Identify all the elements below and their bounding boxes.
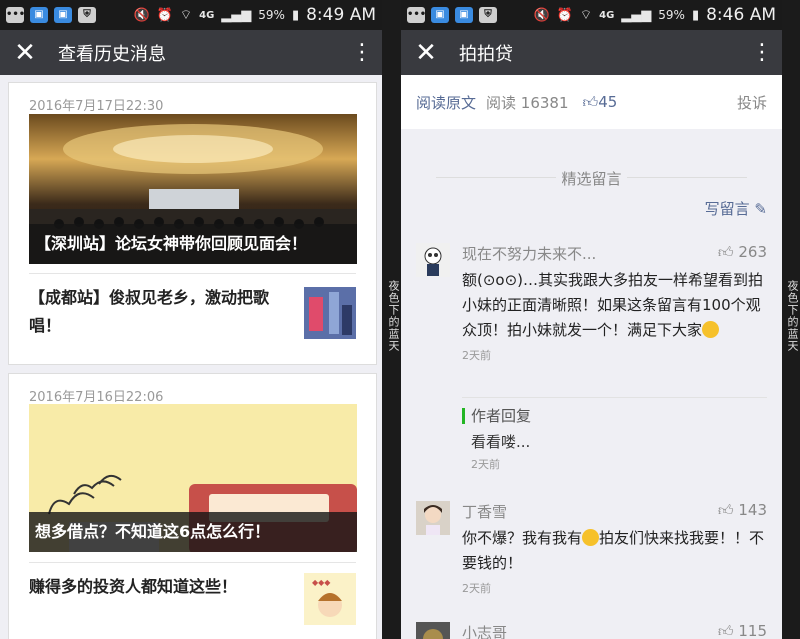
alarm-icon: ⏰ — [556, 7, 573, 23]
avatar[interactable] — [416, 501, 450, 535]
thumbs-up-icon: 👍︎ — [717, 243, 739, 261]
message-date: 2016年7月16日22:06 — [29, 390, 164, 405]
read-original-link[interactable]: 阅读原文 — [416, 92, 476, 113]
app-notification-icon: ▣ — [30, 7, 48, 23]
grin-emoji-icon — [582, 529, 600, 546]
alarm-icon: ⏰ — [156, 7, 173, 23]
message-date: 2016年7月17日22:30 — [29, 99, 164, 114]
network-type: 4G — [199, 9, 215, 21]
article-item[interactable]: 赚得多的投资人都知道这些！ ◆◆◆ — [29, 562, 356, 639]
report-link[interactable]: 投诉 — [737, 92, 767, 113]
watermark-text: 夜色下的蓝天 — [387, 280, 400, 352]
write-comment-button[interactable]: 写留言 ✎ — [705, 198, 767, 219]
article-hero[interactable]: 想多借点？不知道这6点怎么行！ — [29, 404, 357, 552]
article-item[interactable]: 【成都站】俊叔见老乡，激动把歌唱！ — [29, 273, 356, 353]
divider-strip: 夜色下的蓝天 — [382, 0, 401, 639]
read-count: 阅读 16381 — [486, 93, 569, 112]
close-icon[interactable]: ✕ — [0, 38, 50, 68]
comment-text-content: 你不爆？我有我有 — [462, 529, 583, 547]
comment-like-button[interactable]: 👍︎ 115 — [718, 622, 767, 639]
comment-item: 现在不努力未来不... 👍︎ 263 额(⊙o⊙)…其实我跟大多拍友一样希望看到… — [416, 243, 767, 473]
thumbs-up-icon: 👍︎ — [717, 501, 739, 519]
avatar[interactable] — [416, 243, 450, 277]
thumbs-up-icon: 👍︎ — [582, 92, 599, 111]
section-title: 精选留言 — [561, 170, 622, 188]
clock: 8:46 AM — [706, 5, 776, 25]
battery-icon: ▮ — [691, 7, 700, 23]
thumbs-up-icon: 👍︎ — [717, 622, 739, 639]
title-bar: ✕ 拍拍贷 ⋮ — [401, 30, 782, 75]
comment-body: 丁香雪 👍︎ 143 你不爆？我有我有 拍友们快来找我要！！不要钱的！ 2天前 — [462, 501, 767, 596]
svg-text:◆◆◆: ◆◆◆ — [312, 578, 331, 587]
comment-time: 2天前 — [462, 582, 491, 595]
wifi-icon: ⌔ — [179, 8, 193, 23]
history-message-card: 2016年7月17日22:30 【深圳站】论坛女神带你回顾见面会！ 【成都站】俊… — [8, 82, 377, 365]
mute-icon: 🔇 — [133, 7, 150, 23]
article-like-count: 45 — [598, 92, 618, 111]
status-bar: ••• ▣ ▣ ⛨ 🔇 ⏰ ⌔ 4G ▂▄▆ 59% ▮ 8:46 AM — [401, 0, 782, 30]
comment-text: 额(⊙o⊙)…其实我跟大多拍友一样希望看到拍小妹的正面清晰照！如果这条留言有10… — [462, 268, 767, 343]
mute-icon: 🔇 — [533, 7, 550, 23]
more-options-icon[interactable]: ⋮ — [742, 41, 782, 63]
shield-icon: ⛨ — [78, 7, 96, 23]
article-thumbnail: ◆◆◆ — [304, 573, 356, 625]
author-reply-time: 2天前 — [471, 458, 500, 471]
hero-caption: 想多借点？不知道这6点怎么行！ — [29, 512, 357, 552]
article-hero[interactable]: 【深圳站】论坛女神带你回顾见面会！ — [29, 114, 357, 264]
comment-time: 2天前 — [462, 349, 491, 362]
battery-percent: 59% — [658, 8, 685, 22]
message-notification-icon: ••• — [407, 7, 426, 23]
comment-body: 现在不努力未来不... 👍︎ 263 额(⊙o⊙)…其实我跟大多拍友一样希望看到… — [462, 243, 767, 363]
featured-comments-header: 精选留言 — [416, 168, 767, 189]
page-title: 拍拍贷 — [459, 43, 513, 65]
signal-icon: ▂▄▆ — [621, 7, 652, 23]
watermark-text: 夜色下的蓝天 — [786, 280, 799, 352]
shield-icon: ⛨ — [479, 7, 497, 23]
comment-body: 小志哥 👍︎ 115 — [462, 622, 767, 639]
status-bar: ••• ▣ ▣ ⛨ 🔇 ⏰ ⌔ 4G ▂▄▆ 59% ▮ 8:49 AM — [0, 0, 382, 30]
like-article-button[interactable]: 👍︎45 — [583, 93, 618, 112]
history-message-card: 2016年7月16日22:06 想多借点？不知道这6点怎么行！ 赚得多的投资人都… — [8, 373, 377, 639]
author-reply-label: 作者回复 — [462, 408, 767, 424]
avatar[interactable] — [416, 622, 450, 639]
clock: 8:49 AM — [306, 5, 376, 25]
title-bar: ✕ 查看历史消息 ⋮ — [0, 30, 382, 75]
app-notification-icon: ▣ — [455, 7, 473, 23]
article-thumbnail — [304, 287, 356, 339]
comment-like-button[interactable]: 👍︎ 263 — [718, 243, 767, 262]
more-options-icon[interactable]: ⋮ — [342, 41, 382, 63]
article-meta-bar: 阅读原文 阅读 16381 👍︎45 投诉 — [401, 75, 782, 129]
pencil-icon: ✎ — [754, 200, 767, 218]
divider — [436, 177, 556, 178]
write-comment-label: 写留言 — [704, 200, 750, 218]
signal-icon: ▂▄▆ — [221, 7, 252, 23]
article-title: 赚得多的投资人都知道这些！ — [29, 577, 238, 596]
comment-like-count: 263 — [738, 243, 767, 261]
divider — [627, 177, 747, 178]
comment-like-count: 115 — [738, 622, 767, 639]
comment-item: 小志哥 👍︎ 115 — [416, 622, 767, 639]
comment-text: 你不爆？我有我有 拍友们快来找我要！！不要钱的！ — [462, 526, 767, 576]
battery-percent: 59% — [258, 8, 285, 22]
app-notification-icon: ▣ — [431, 7, 449, 23]
comment-like-count: 143 — [738, 501, 767, 519]
message-notification-icon: ••• — [6, 7, 25, 23]
history-messages-screen: ••• ▣ ▣ ⛨ 🔇 ⏰ ⌔ 4G ▂▄▆ 59% ▮ 8:49 AM ✕ 查… — [0, 0, 382, 639]
wifi-icon: ⌔ — [579, 8, 593, 23]
comment-item: 丁香雪 👍︎ 143 你不爆？我有我有 拍友们快来找我要！！不要钱的！ 2天前 — [416, 501, 767, 601]
page-title: 查看历史消息 — [58, 43, 166, 65]
divider-strip: 夜色下的蓝天 — [782, 0, 800, 639]
comment-like-button[interactable]: 👍︎ 143 — [718, 501, 767, 520]
app-notification-icon: ▣ — [54, 7, 72, 23]
network-type: 4G — [599, 9, 615, 21]
hero-caption: 【深圳站】论坛女神带你回顾见面会！ — [29, 224, 357, 264]
author-reply: 作者回复 看看喽... 2天前 — [462, 397, 767, 473]
author-reply-text: 看看喽... — [471, 433, 531, 451]
grin-emoji-icon — [702, 321, 720, 338]
article-comments-screen: ••• ▣ ▣ ⛨ 🔇 ⏰ ⌔ 4G ▂▄▆ 59% ▮ 8:46 AM ✕ 拍… — [401, 0, 782, 639]
article-title: 【成都站】俊叔见老乡，激动把歌唱！ — [29, 288, 270, 335]
close-icon[interactable]: ✕ — [401, 38, 451, 68]
battery-icon: ▮ — [291, 7, 300, 23]
